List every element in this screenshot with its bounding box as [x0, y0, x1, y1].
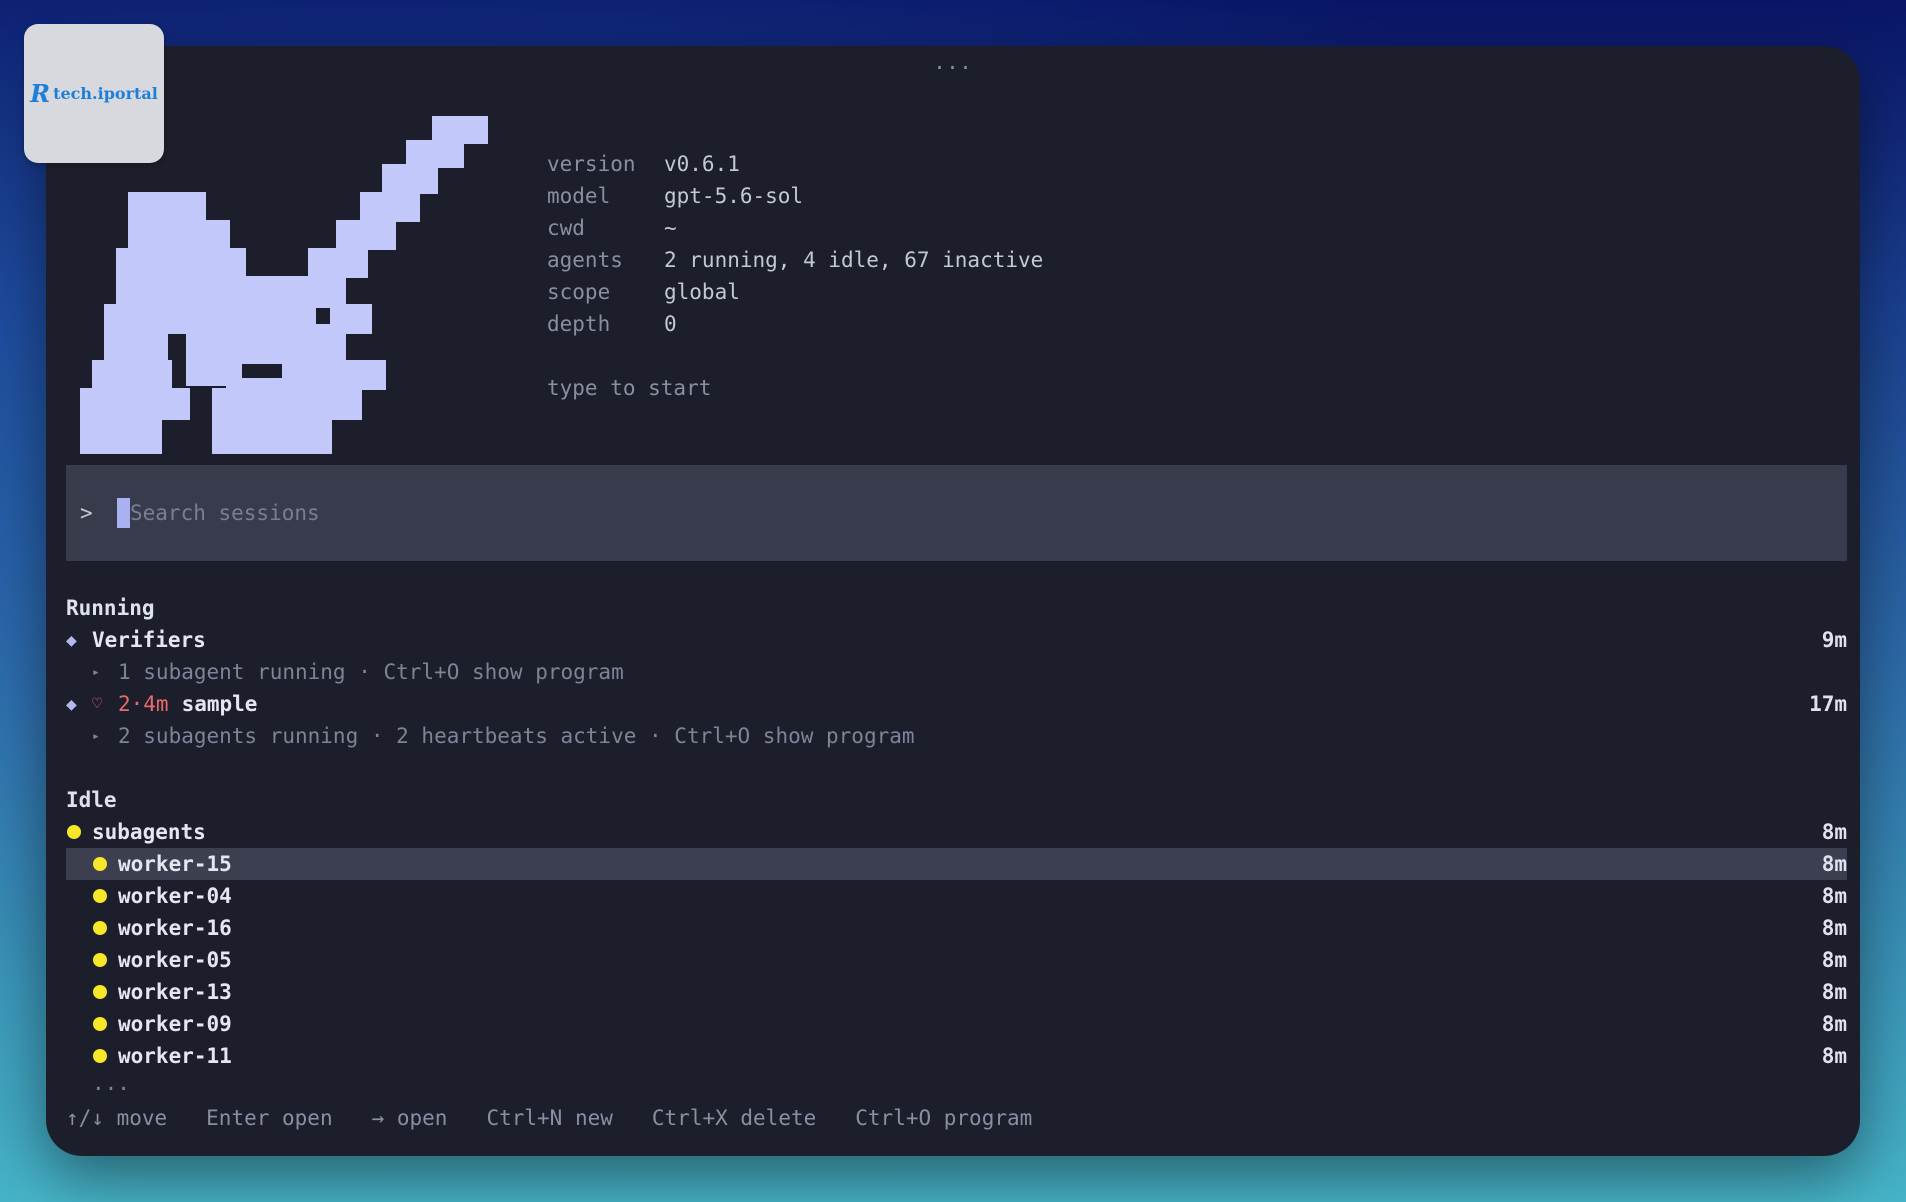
session-time: 17m: [1809, 692, 1847, 716]
hint-arrow-open: → open: [371, 1106, 448, 1130]
worker-name: worker-09: [118, 1012, 232, 1036]
worker-name: worker-05: [118, 948, 232, 972]
pixel-art-shape: [80, 116, 488, 454]
yellow-dot-icon: [93, 1049, 107, 1063]
info-value: v0.6.1: [664, 152, 740, 176]
session-list: Running ◆ Verifiers 9m ▸ 1 subagent runn…: [66, 592, 1847, 1104]
info-key: agents: [547, 248, 623, 272]
session-name: Verifiers: [92, 628, 206, 652]
watermark-logo: R tech.iportal: [24, 24, 164, 163]
session-detail: 2 subagents running · 2 heartbeats activ…: [118, 724, 915, 748]
hint-delete: Ctrl+X delete: [651, 1106, 817, 1130]
info-key: model: [547, 184, 611, 208]
more-indicator: ...: [92, 1071, 130, 1095]
worker-row-selected[interactable]: worker-15 8m: [66, 848, 1847, 880]
info-row-model: model gpt-5.6-sol: [547, 180, 1043, 212]
yellow-dot-icon: [93, 857, 107, 871]
info-key: cwd: [547, 216, 585, 240]
info-key: version: [547, 152, 636, 176]
worker-name: worker-16: [118, 916, 232, 940]
worker-time: 8m: [1821, 980, 1847, 1004]
info-value: global: [664, 280, 740, 304]
worker-time: 8m: [1821, 1012, 1847, 1036]
info-row-agents: agents 2 running, 4 idle, 67 inactive: [547, 244, 1043, 276]
info-key: depth: [547, 312, 611, 336]
terminal-window: ... version v0.6.1 model gpt-5.6-sol cwd…: [46, 46, 1860, 1156]
info-row-cwd: cwd ~: [547, 212, 1043, 244]
section-title-running: Running: [66, 596, 155, 620]
hint-enter-open: Enter open: [206, 1106, 333, 1130]
triangle-right-icon: ▸: [92, 664, 100, 680]
worker-time: 8m: [1821, 916, 1847, 940]
yellow-dot-icon: [93, 921, 107, 935]
worker-row[interactable]: worker-09 8m: [66, 1008, 1847, 1040]
info-row-version: version v0.6.1: [547, 148, 1043, 180]
worker-time: 8m: [1821, 884, 1847, 908]
diamond-icon: ◆: [66, 693, 77, 715]
worker-row[interactable]: worker-05 8m: [66, 944, 1847, 976]
yellow-dot-icon: [67, 825, 81, 839]
session-name: sample: [181, 692, 258, 716]
hint-new: Ctrl+N new: [486, 1106, 613, 1130]
session-detail-row[interactable]: ▸ 1 subagent running · Ctrl+O show progr…: [66, 656, 1847, 688]
session-row-verifiers[interactable]: ◆ Verifiers 9m: [66, 624, 1847, 656]
session-time: 8m: [1821, 820, 1847, 844]
heart-icon: ♡: [92, 694, 103, 714]
worker-name: worker-15: [118, 852, 232, 876]
heartbeat-time: 2·4m: [118, 692, 169, 716]
triangle-right-icon: ▸: [92, 728, 100, 744]
worker-name: worker-11: [118, 1044, 232, 1068]
session-detail-row[interactable]: ▸ 2 subagents running · 2 heartbeats act…: [66, 720, 1847, 752]
session-row-sample[interactable]: ◆ ♡ 2·4m sample 17m: [66, 688, 1847, 720]
info-panel: version v0.6.1 model gpt-5.6-sol cwd ~ a…: [547, 148, 1043, 404]
worker-row[interactable]: worker-16 8m: [66, 912, 1847, 944]
prompt-symbol: >: [80, 501, 93, 525]
info-value: 2 running, 4 idle, 67 inactive: [664, 248, 1044, 272]
diamond-icon: ◆: [66, 629, 77, 651]
keyboard-hints: ↑/↓ move Enter open → open Ctrl+N new Ct…: [66, 1106, 1032, 1130]
session-time: 9m: [1821, 628, 1847, 652]
search-bar[interactable]: >: [66, 465, 1847, 561]
yellow-dot-icon: [93, 953, 107, 967]
info-key: scope: [547, 280, 611, 304]
yellow-dot-icon: [93, 889, 107, 903]
window-menu-dots[interactable]: ...: [46, 50, 1860, 74]
info-value: gpt-5.6-sol: [664, 184, 804, 208]
worker-time: 8m: [1821, 1044, 1847, 1068]
yellow-dot-icon: [93, 1017, 107, 1031]
worker-name: worker-04: [118, 884, 232, 908]
hint-move: ↑/↓ move: [66, 1106, 168, 1130]
search-sessions-input[interactable]: [130, 501, 1730, 525]
worker-time: 8m: [1821, 948, 1847, 972]
worker-row[interactable]: worker-13 8m: [66, 976, 1847, 1008]
worker-row[interactable]: worker-04 8m: [66, 880, 1847, 912]
worker-time: 8m: [1821, 852, 1847, 876]
section-title-idle: Idle: [66, 788, 117, 812]
hint-program: Ctrl+O program: [855, 1106, 1033, 1130]
logo-mark-icon: R: [30, 79, 51, 108]
worker-row[interactable]: worker-11 8m: [66, 1040, 1847, 1072]
start-hint: type to start: [547, 376, 712, 400]
session-name: subagents: [92, 820, 206, 844]
info-value: ~: [664, 216, 677, 240]
session-detail: 1 subagent running · Ctrl+O show program: [118, 660, 624, 684]
worker-name: worker-13: [118, 980, 232, 1004]
info-value: 0: [664, 312, 677, 336]
info-row-scope: scope global: [547, 276, 1043, 308]
logo-text: tech.iportal: [53, 84, 158, 103]
info-row-depth: depth 0: [547, 308, 1043, 340]
text-cursor: [117, 498, 130, 528]
yellow-dot-icon: [93, 985, 107, 999]
session-row-subagents[interactable]: subagents 8m: [66, 816, 1847, 848]
pixel-art-logo: [80, 116, 488, 454]
